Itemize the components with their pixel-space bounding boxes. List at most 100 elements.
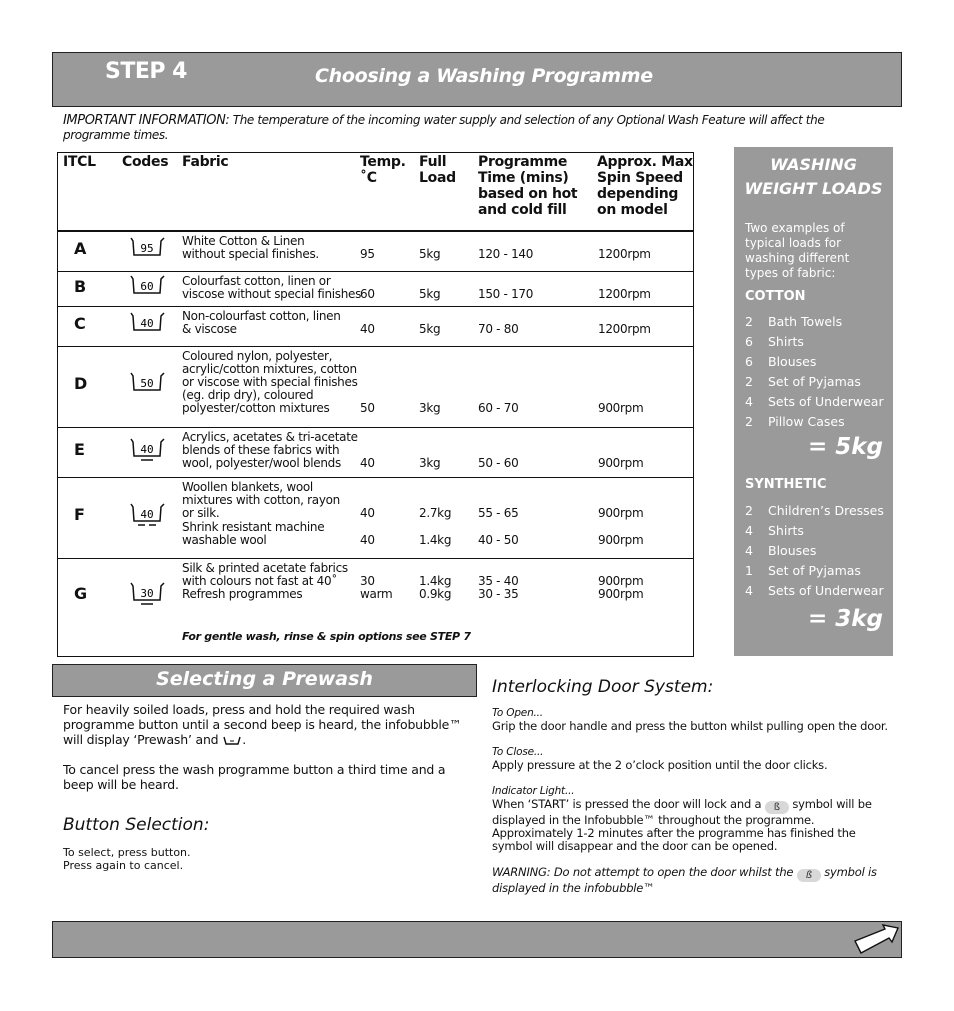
spin-speed-value: 900rpm — [598, 533, 644, 547]
door-open-text: Grip the door handle and press the butto… — [492, 719, 888, 733]
prewash-band: Selecting a Prewash — [52, 664, 477, 697]
col-header-time: Programme Time (mins) based on hot and c… — [478, 154, 578, 218]
fabric-description: Non-colourfast cotton, linen & viscose — [182, 309, 341, 336]
fabric-description: Colourfast cotton, linen or viscose with… — [182, 274, 362, 301]
table-row: A 95 White Cotton & Linen without special … — [58, 231, 693, 271]
prewash-paragraph-2: To cancel press the wash programme butto… — [63, 762, 446, 792]
prewash-p1-text: For heavily soiled loads, press and hold… — [63, 702, 462, 747]
wash-temp-label: 50 — [140, 377, 153, 390]
full-load-value: 1.4kg — [419, 533, 452, 547]
programme-time-value: 50 - 60 — [478, 456, 519, 470]
spin-speed-value: 1200rpm — [598, 287, 651, 301]
itcl-code: B — [74, 277, 87, 296]
weight-list-item: 6 Blouses — [745, 352, 895, 372]
full-load-value: 3kg — [419, 456, 441, 470]
full-load-value: 5kg — [419, 287, 441, 301]
fabric-description: Silk & printed acetate fabrics with colo… — [182, 561, 348, 588]
full-load-value: 5kg — [419, 322, 441, 336]
table-row: E 40 Acrylics, acetates & tri-acetate blen… — [58, 427, 693, 477]
wash-care-tub-icon: 30 — [130, 582, 165, 605]
temperature-value: 95 — [360, 247, 375, 261]
footer-band — [52, 921, 902, 958]
washing-weight-loads-panel: WASHING WEIGHT LOADS Two examples of typ… — [734, 147, 893, 656]
button-selection-line-2: Press again to cancel. — [63, 859, 184, 872]
door-indicator-text: When ‘START’ is pressed the door will lo… — [492, 798, 897, 853]
temperature-value: 60 — [360, 287, 375, 301]
weights-group-synthetic-total: = 3kg — [807, 606, 883, 632]
itcl-code: C — [74, 314, 86, 333]
important-lead: IMPORTANT INFORMATION: — [63, 113, 230, 128]
col-header-itcl: ITCL — [63, 154, 96, 170]
weights-group-cotton-list: 2 Bath Towels 6 Shirts 6 Blouses 2 Set of Pyjam… — [745, 312, 895, 432]
spin-speed-value: 1200rpm — [598, 247, 651, 261]
item-quantity: 2 — [745, 314, 753, 329]
weight-list-item: 2 Set of Pyjamas — [745, 372, 895, 392]
programme-time-value: 40 - 50 — [478, 533, 519, 547]
spin-speed-value: 900rpm — [598, 506, 644, 520]
item-name: Sets of Underwear — [768, 583, 884, 598]
item-quantity: 2 — [745, 374, 753, 389]
temperature-value: warm — [360, 587, 393, 601]
important-information: IMPORTANT INFORMATION: The temperature o… — [63, 113, 893, 143]
door-close-block: To Close... Apply pressure at the 2 o’cl… — [492, 746, 897, 772]
weight-list-item: 4 Sets of Underwear — [745, 581, 895, 601]
item-quantity: 4 — [745, 543, 753, 558]
weight-list-item: 2 Children’s Dresses — [745, 501, 895, 521]
wash-temp-label: 60 — [140, 280, 153, 293]
door-open-block: To Open... Grip the door handle and pres… — [492, 707, 897, 733]
fabric-description: Shrink resistant machine washable wool — [182, 520, 325, 547]
weights-group-synthetic-heading: SYNTHETIC — [745, 477, 827, 492]
item-name: Blouses — [768, 354, 817, 369]
table-row: C 40 Non-colourfast cotton, linen & viscos… — [58, 306, 693, 346]
col-header-temp: Temp. ˚C — [360, 154, 406, 186]
header-band: STEP 4 Choosing a Washing Programme — [52, 52, 902, 107]
weights-group-cotton-total: = 5kg — [807, 434, 883, 460]
weights-intro: Two examples of typical loads for washin… — [745, 221, 850, 280]
itcl-code: G — [74, 584, 88, 603]
item-name: Children’s Dresses — [768, 503, 884, 518]
fabric-description: Acrylics, acetates & tri-acetate blends … — [182, 430, 358, 470]
weights-group-cotton-heading: COTTON — [745, 289, 806, 304]
prewash-tub-icon — [223, 736, 241, 745]
temperature-value: 50 — [360, 401, 375, 415]
col-header-fabric: Fabric — [182, 154, 229, 170]
item-quantity: 6 — [745, 354, 753, 369]
weights-title: WASHING WEIGHT LOADS — [744, 155, 883, 198]
item-name: Blouses — [768, 543, 817, 558]
wash-care-tub-icon: 40 — [130, 312, 165, 331]
button-selection-title: Button Selection: — [63, 815, 210, 835]
wash-temp-label: 95 — [140, 242, 153, 255]
item-name: Set of Pyjamas — [768, 374, 861, 389]
programme-table: ITCL Codes Fabric Temp. ˚C Full Load Pro… — [57, 152, 694, 657]
door-indicator-block: Indicator Light... When ‘START’ is press… — [492, 785, 897, 853]
temperature-value: 40 — [360, 506, 375, 520]
item-name: Set of Pyjamas — [768, 563, 861, 578]
full-load-value: 3kg — [419, 401, 441, 415]
fabric-description: Woollen blankets, wool mixtures with cot… — [182, 480, 340, 520]
programme-time-value: 150 - 170 — [478, 287, 534, 301]
item-quantity: 4 — [745, 394, 753, 409]
spin-speed-value: 1200rpm — [598, 322, 651, 336]
weight-list-item: 6 Shirts — [745, 332, 895, 352]
door-system-title: Interlocking Door System: — [492, 677, 714, 697]
programme-time-value: 60 - 70 — [478, 401, 519, 415]
itcl-code: F — [74, 505, 85, 524]
table-row: F 40 Woollen blankets, wool mixtures with … — [58, 477, 693, 558]
col-header-load: Full Load — [419, 154, 456, 186]
door-system-body: To Open... Grip the door handle and pres… — [492, 707, 897, 895]
programme-time-value: 55 - 65 — [478, 506, 519, 520]
table-row: G 30 Silk & printed acetate fabrics with c… — [58, 558, 693, 658]
item-name: Shirts — [768, 334, 804, 349]
weight-list-item: 2 Bath Towels — [745, 312, 895, 332]
full-load-value: 5kg — [419, 247, 441, 261]
weight-list-item: 1 Set of Pyjamas — [745, 561, 895, 581]
next-page-arrow-icon[interactable] — [852, 923, 900, 958]
spin-speed-value: 900rpm — [598, 456, 644, 470]
programme-time-value: 70 - 80 — [478, 322, 519, 336]
wash-temp-label: 40 — [140, 317, 153, 330]
itcl-code: A — [74, 239, 87, 258]
programme-time-value: 30 - 35 — [478, 587, 519, 601]
wash-temp-label: 40 — [140, 508, 153, 521]
button-selection-line-1: To select, press button. — [63, 846, 191, 859]
item-quantity: 2 — [745, 503, 753, 518]
